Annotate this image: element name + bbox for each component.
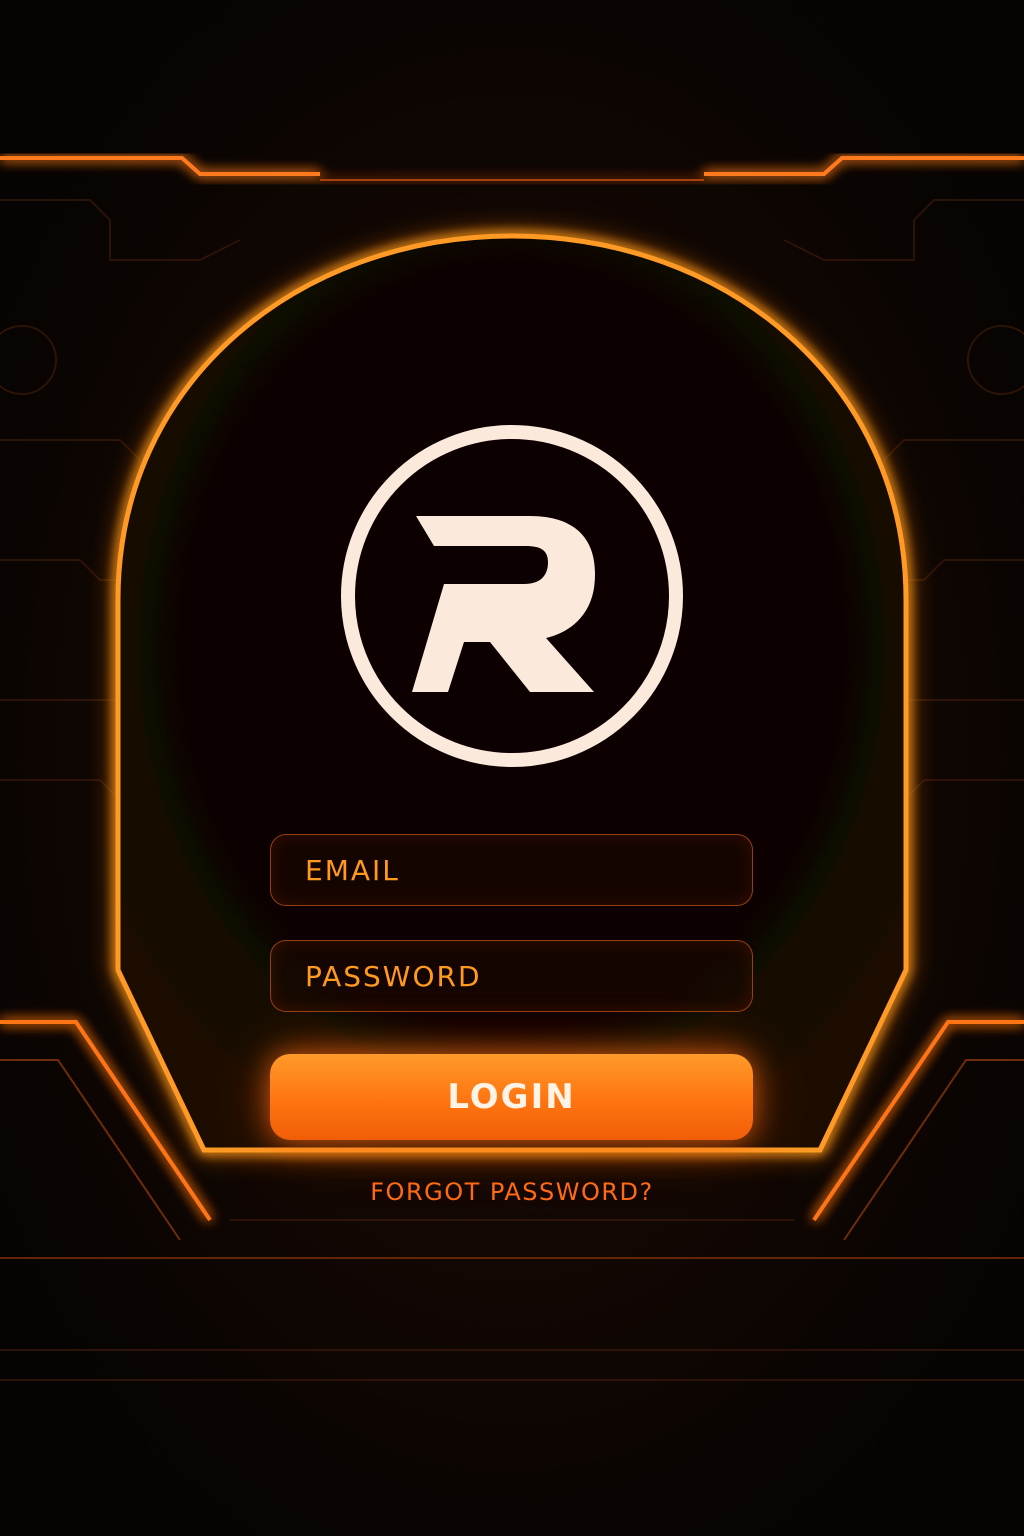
login-button-label: LOGIN: [447, 1077, 576, 1117]
email-field[interactable]: EMAIL: [270, 834, 753, 906]
password-placeholder: PASSWORD: [305, 959, 482, 993]
password-field[interactable]: PASSWORD: [270, 940, 753, 1012]
top-neon-bars: [0, 156, 1024, 181]
login-button[interactable]: LOGIN: [270, 1054, 753, 1140]
forgot-password-link[interactable]: FORGOT PASSWORD?: [0, 1178, 1024, 1206]
login-screen: EMAIL PASSWORD LOGIN FORGOT PASSWORD?: [0, 0, 1024, 1536]
logo-r-icon: [412, 516, 596, 692]
email-placeholder: EMAIL: [305, 853, 400, 887]
brand-logo: [334, 418, 690, 774]
